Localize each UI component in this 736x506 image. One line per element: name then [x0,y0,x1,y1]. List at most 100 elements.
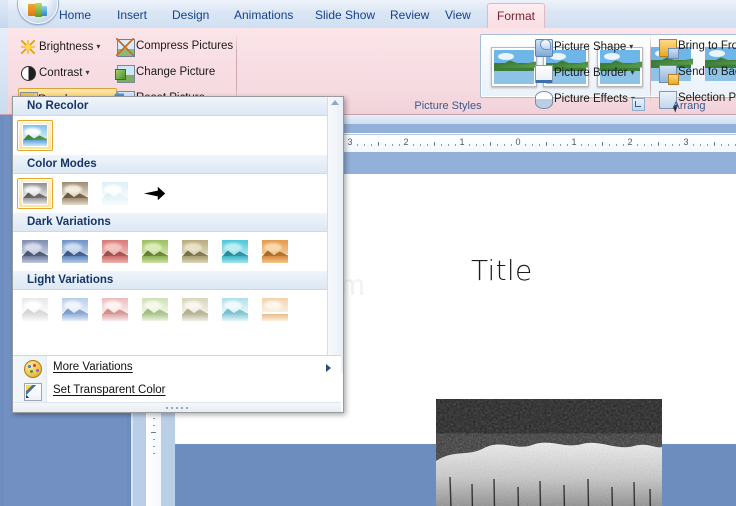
ruler-tick [721,144,722,146]
picture-border-button[interactable]: Picture Border ▾ [534,62,635,83]
ruler-tick [532,144,533,146]
picture-style-thumb[interactable] [491,47,537,87]
vruler-tick [153,425,155,426]
recolor-dropdown-menu[interactable]: No Recolor Color Modes Dark Variations Ligh… [12,96,344,413]
brightness-button[interactable]: Brightness ▾ [19,36,100,57]
tab-insert[interactable]: Insert [108,4,156,27]
ruler-tick [679,144,680,146]
recolor-section-header: No Recolor [13,97,343,116]
contrast-button[interactable]: Contrast ▾ [19,62,89,83]
change-picture-icon [115,65,135,83]
ruler-tick [441,144,442,146]
tab-slide-show[interactable]: Slide Show [306,4,384,27]
chevron-right-icon [326,364,331,372]
powerpoint-window: 3210123 12 www.java2s.com Title [0,0,736,506]
window-left-edge [0,0,8,28]
slide-title-placeholder[interactable]: Title [471,254,533,287]
ruler-tick-label: 1 [459,137,465,147]
picture-border-label: Picture Border [554,67,628,79]
tab-animations[interactable]: Animations [225,4,302,27]
contrast-icon [21,66,36,81]
ruler-tick [602,142,603,146]
recolor-scroll-up[interactable] [330,100,341,111]
picture-effects-button[interactable]: Picture Effects▾ [534,88,635,109]
forest-photo-icon [436,399,662,506]
recolor-swatch-row [13,174,343,213]
recolor-swatch-thumbnail-icon [22,182,48,205]
ruler-tick [399,144,400,146]
set-transparent-color-menu-item[interactable]: Set Transparent Color [13,379,341,402]
tab-review[interactable]: Review [381,4,438,27]
ruler-tick-label: 1 [571,137,577,147]
ruler-tick [525,144,526,146]
ruler-tick-label: 0 [515,137,521,147]
bring-to-front-button[interactable]: Bring to Fro [658,36,736,59]
ruler-tick [420,144,421,146]
vruler-tick [153,446,155,447]
recolor-swatch[interactable] [177,294,213,325]
recolor-swatch[interactable] [97,294,133,325]
recolor-swatch[interactable] [257,294,293,325]
more-variations-menu-item[interactable]: More Variations [13,356,341,379]
recolor-swatch[interactable] [217,294,253,325]
arrange-group-label: Arrang [672,100,706,112]
recolor-swatch-thumbnail-icon [102,182,128,205]
bring-to-front-label: Bring to Fro [678,40,736,52]
ruler-tick [434,142,435,146]
picture-styles-dialog-launcher[interactable] [632,98,645,111]
recolor-swatch[interactable] [217,236,253,267]
tab-format[interactable]: Format [487,3,546,29]
send-to-back-icon [659,65,679,85]
picture-border-icon [535,65,553,83]
ruler-tick [560,144,561,146]
picture-shape-button[interactable]: Picture Shape ▾ [534,36,633,57]
send-to-back-button[interactable]: Send to Bac [658,62,736,85]
recolor-swatch[interactable] [177,236,213,267]
ruler-tick [483,144,484,146]
horizontal-ruler[interactable]: 3 2 1 0 1 2 3 [330,134,736,153]
recolor-section-header: Color Modes [13,155,343,174]
ruler-tick-label: 3 [683,137,689,147]
recolor-menu-scrollbar[interactable] [327,97,343,373]
recolor-swatch[interactable] [137,236,173,267]
ruler-tick [707,144,708,146]
recolor-swatch-thumbnail-icon [142,182,168,205]
change-picture-button[interactable]: Change Picture [115,62,215,83]
recolor-swatch-thumbnail-icon [262,240,288,263]
recolor-swatch[interactable] [137,178,173,209]
recolor-swatch[interactable] [97,178,133,209]
ruler-tick [616,144,617,146]
ruler-tick [385,144,386,146]
group-separator-2 [650,33,651,105]
ruler-tick-label: 2 [403,137,409,147]
ribbon-tab-bar: Home Insert Design Animations Slide Show Revi… [0,0,736,29]
more-variations-icon [24,360,42,378]
slide-picture[interactable] [436,399,662,506]
recolor-menu-resize-grip[interactable] [13,402,341,412]
ruler-tick [539,144,540,146]
recolor-swatch[interactable] [57,178,93,209]
recolor-swatch[interactable] [17,236,53,267]
recolor-swatch[interactable] [97,236,133,267]
recolor-swatch-thumbnail-icon [142,298,168,321]
recolor-swatch[interactable] [17,120,53,151]
recolor-swatch[interactable] [57,294,93,325]
ruler-tick [357,144,358,146]
ruler-tick [637,144,638,146]
ruler-tick [392,144,393,146]
recolor-swatch[interactable] [257,236,293,267]
compress-pictures-icon [116,38,135,57]
ruler-tick [448,144,449,146]
ruler-tick [511,144,512,146]
tab-home[interactable]: Home [50,4,100,27]
recolor-swatch[interactable] [57,236,93,267]
recolor-swatch[interactable] [17,178,53,209]
ruler-tick [595,144,596,146]
ruler-tick [588,144,589,146]
compress-pictures-button[interactable]: Compress Pictures [116,36,233,57]
recolor-swatch[interactable] [137,294,173,325]
tab-view[interactable]: View [436,4,480,27]
recolor-swatch[interactable] [17,294,53,325]
tab-design[interactable]: Design [163,4,218,27]
recolor-swatch-thumbnail-icon [222,298,248,321]
